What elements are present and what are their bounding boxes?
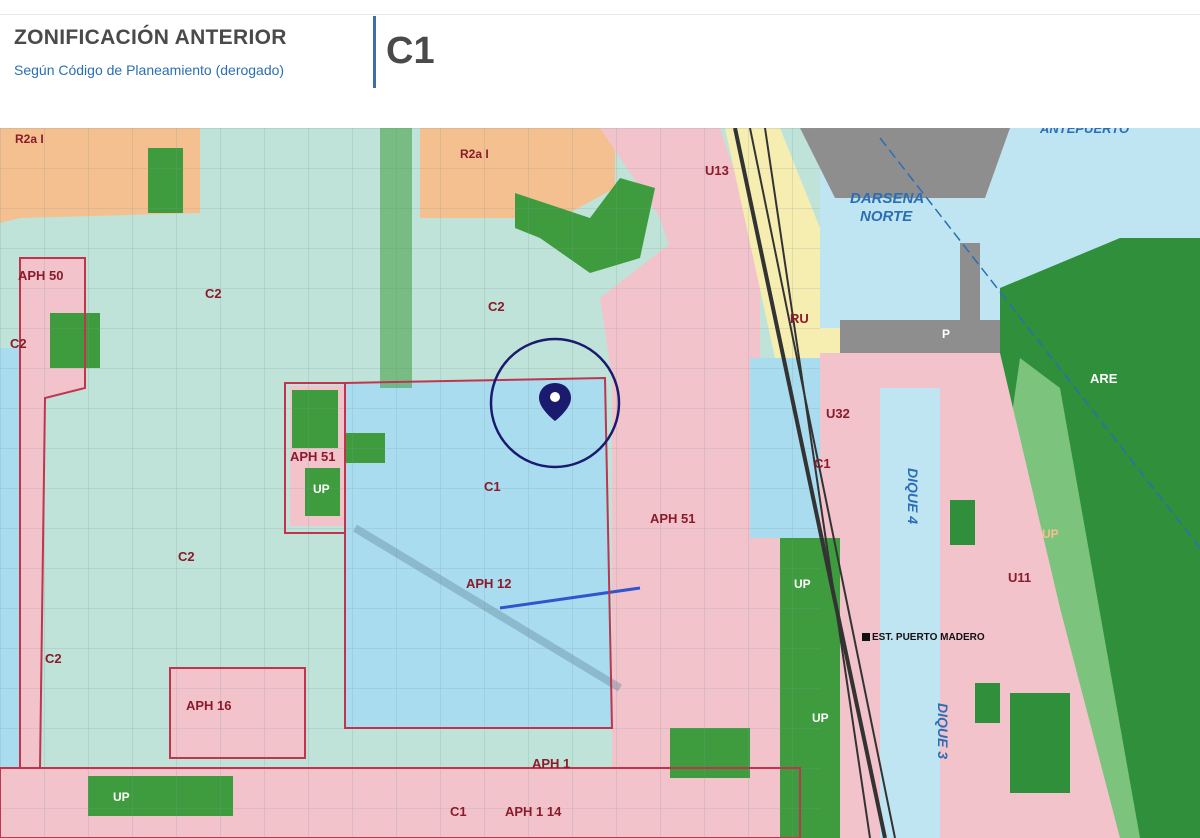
label-aph51-west: APH 51 [290,449,336,464]
label-antepuerto: ANTEPUERTO [1039,128,1129,136]
label-aph50: APH 50 [18,268,64,283]
label-aph1-14: APH 1 14 [505,804,562,819]
label-c1-east: C1 [814,456,831,471]
station-icon [862,633,870,641]
label-r2a-east: R2a I [460,147,489,161]
label-up-east-1: UP [794,577,811,591]
label-darsena: DARSENA [850,190,924,207]
label-c1-bottom: C1 [450,804,467,819]
label-station: EST. PUERTO MADERO [872,632,985,643]
label-ru: RU [790,311,809,326]
label-c2-mid: C2 [488,299,505,314]
port-gray-dock [960,243,980,323]
label-u13: U13 [705,163,729,178]
label-up-far: UP [1042,527,1059,541]
label-r2a-west: R2a I [15,132,44,146]
page-title: ZONIFICACIÓN ANTERIOR [14,26,287,49]
label-c2-center: C2 [178,549,195,564]
header: ZONIFICACIÓN ANTERIOR Según Código de Pl… [0,0,1200,128]
top-rule [0,14,1200,15]
label-aph12: APH 12 [466,576,512,591]
label-aph51-east: APH 51 [650,511,696,526]
port-gray-pier [840,320,1005,354]
zone-code: C1 [386,30,435,72]
label-dique4: DIQUE 4 [905,468,921,524]
avenue-9-de-julio [380,128,412,388]
zoning-map-svg: R2a I R2a I APH 50 C2 C2 C2 C2 C2 APH 51… [0,128,1200,838]
green-east-block-2 [975,683,1000,723]
label-u32: U32 [826,406,850,421]
label-dique3: DIQUE 3 [935,703,951,759]
zoning-map[interactable]: R2a I R2a I APH 50 C2 C2 C2 C2 C2 APH 51… [0,128,1200,838]
label-are: ARE [1090,371,1118,386]
label-p: P [942,327,950,341]
green-east-block [950,500,975,545]
label-c2-left: C2 [10,336,27,351]
header-divider [373,16,376,88]
label-up-south: UP [113,790,130,804]
green-east-park [1010,693,1070,793]
label-up-west: UP [313,482,330,496]
dique-water [880,388,940,838]
port-gray-north [800,128,1010,198]
label-c2-bottom: C2 [45,651,62,666]
label-u11: U11 [1008,570,1031,585]
label-c2-top: C2 [205,286,222,301]
label-aph16: APH 16 [186,698,232,713]
label-norte: NORTE [860,208,913,225]
label-c1-center: C1 [484,479,501,494]
label-aph1: APH 1 [532,756,570,771]
page-subtitle: Según Código de Planeamiento (derogado) [14,62,285,78]
label-up-east-2: UP [812,711,829,725]
